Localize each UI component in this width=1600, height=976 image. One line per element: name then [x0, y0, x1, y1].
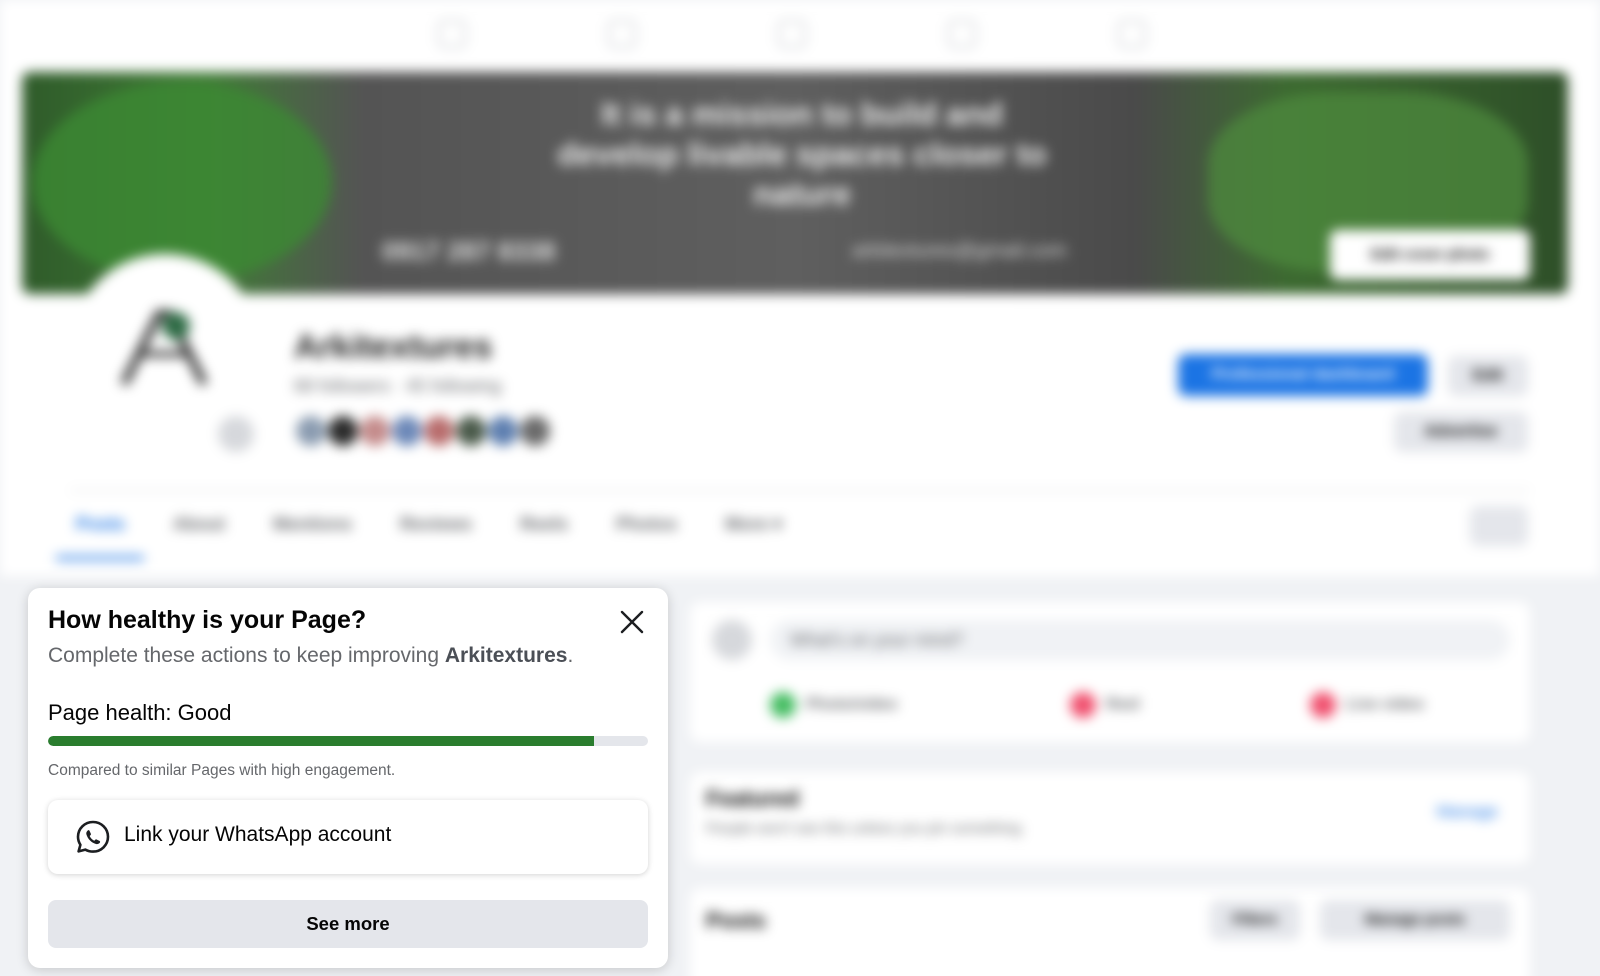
featured-section: Featured People won't see this unless yo…: [690, 772, 1530, 864]
page-health-card: How healthy is your Page? Complete these…: [28, 588, 668, 968]
avatar: [294, 414, 328, 448]
subtitle-prefix: Complete these actions to keep improving: [48, 644, 445, 667]
tab-mentions[interactable]: Mentions: [273, 514, 352, 535]
edit-cover-button[interactable]: Edit cover photo: [1330, 230, 1530, 280]
live-video-icon: [1310, 692, 1336, 718]
featured-manage-link[interactable]: Manage: [1437, 802, 1498, 822]
cover-headline: It is a mission to build and develop liv…: [557, 96, 1047, 212]
cover-email: arkitextures@gmail.com: [852, 240, 1067, 262]
gaming-icon[interactable]: [1118, 20, 1146, 48]
page-follow-counts: 68 followers · 45 following: [294, 376, 502, 396]
follower-avatars: [294, 414, 574, 450]
avatar: [422, 414, 456, 448]
watch-icon[interactable]: [608, 20, 636, 48]
professional-dashboard-button[interactable]: Professional dashboard: [1178, 354, 1428, 396]
live-video-button[interactable]: Live video: [1310, 692, 1424, 718]
posts-section: Posts Filters Manage posts: [690, 888, 1530, 976]
avatar: [454, 414, 488, 448]
cover-foliage-left: [32, 82, 332, 282]
featured-subtitle: People won't see this unless you pin som…: [706, 820, 1025, 837]
camera-icon[interactable]: [218, 416, 254, 452]
posts-title: Posts: [706, 908, 766, 933]
top-navigation-bar: [0, 0, 1600, 66]
page-health-title: How healthy is your Page?: [48, 606, 367, 634]
manage-posts-button[interactable]: Manage posts: [1320, 900, 1510, 940]
subtitle-page-name: Arkitextures: [444, 644, 568, 667]
advertise-button[interactable]: Advertise: [1394, 412, 1528, 452]
whatsapp-icon: [76, 820, 110, 853]
avatar: [518, 414, 552, 448]
composer-input[interactable]: What's on your mind?: [770, 620, 1510, 660]
groups-icon[interactable]: [948, 20, 976, 48]
close-icon: [620, 610, 644, 634]
featured-title: Featured: [706, 786, 799, 811]
page-health-subtitle: Complete these actions to keep improving…: [48, 644, 573, 668]
page-name: Arkitextures: [294, 328, 493, 366]
reel-label: Reel: [1106, 696, 1140, 714]
avatar: [486, 414, 520, 448]
tab-reels[interactable]: Reels: [520, 514, 568, 535]
avatar: [358, 414, 392, 448]
profile-header: It is a mission to build and develop liv…: [0, 66, 1600, 576]
home-icon[interactable]: [438, 20, 466, 48]
edit-page-label: Edit: [1472, 367, 1504, 384]
active-tab-indicator: [56, 556, 144, 560]
see-more-button[interactable]: See more: [48, 900, 648, 948]
subtitle-suffix: .: [567, 644, 574, 667]
professional-dashboard-label: Professional dashboard: [1211, 366, 1395, 383]
page-logo-icon: [120, 310, 208, 386]
cover-photo: It is a mission to build and develop liv…: [22, 72, 1568, 294]
page-tabs: Posts About Mentions Reviews Reels Photo…: [76, 514, 782, 535]
page-health-status: Page health: Good: [48, 700, 232, 725]
reel-icon: [1070, 692, 1096, 718]
divider: [70, 490, 1530, 491]
edit-page-button[interactable]: Edit: [1448, 356, 1528, 396]
photo-icon: [770, 692, 796, 718]
live-video-label: Live video: [1346, 696, 1425, 714]
tab-reviews[interactable]: Reviews: [400, 514, 472, 535]
tab-photos[interactable]: Photos: [616, 514, 677, 535]
manage-posts-label: Manage posts: [1364, 911, 1466, 928]
tab-more[interactable]: More ▾: [725, 514, 782, 535]
photo-video-button[interactable]: Photo/video: [770, 692, 898, 718]
photo-video-label: Photo/video: [806, 696, 898, 714]
avatar: [712, 620, 752, 660]
avatar: [390, 414, 424, 448]
page-health-progress-fill: [48, 736, 594, 746]
close-button[interactable]: [614, 604, 650, 640]
tab-about[interactable]: About: [173, 514, 225, 535]
cover-phone: 0917 287 8338: [382, 236, 556, 266]
reel-button[interactable]: Reel: [1070, 692, 1140, 718]
avatar: [326, 414, 360, 448]
edit-cover-label: Edit cover photo: [1370, 246, 1490, 263]
advertise-label: Advertise: [1424, 423, 1498, 440]
post-composer: What's on your mind? Photo/video Reel Li…: [690, 602, 1530, 742]
tabs-overflow-button[interactable]: [1470, 506, 1528, 546]
filters-button[interactable]: Filters: [1210, 900, 1300, 940]
link-whatsapp-label: Link your WhatsApp account: [124, 823, 392, 846]
filters-label: Filters: [1232, 911, 1278, 928]
page-health-note: Compared to similar Pages with high enga…: [48, 762, 396, 779]
marketplace-icon[interactable]: [778, 20, 806, 48]
link-whatsapp-action[interactable]: Link your WhatsApp account: [48, 800, 648, 874]
page-health-progress-bar: [48, 736, 648, 746]
tab-posts[interactable]: Posts: [76, 514, 125, 535]
